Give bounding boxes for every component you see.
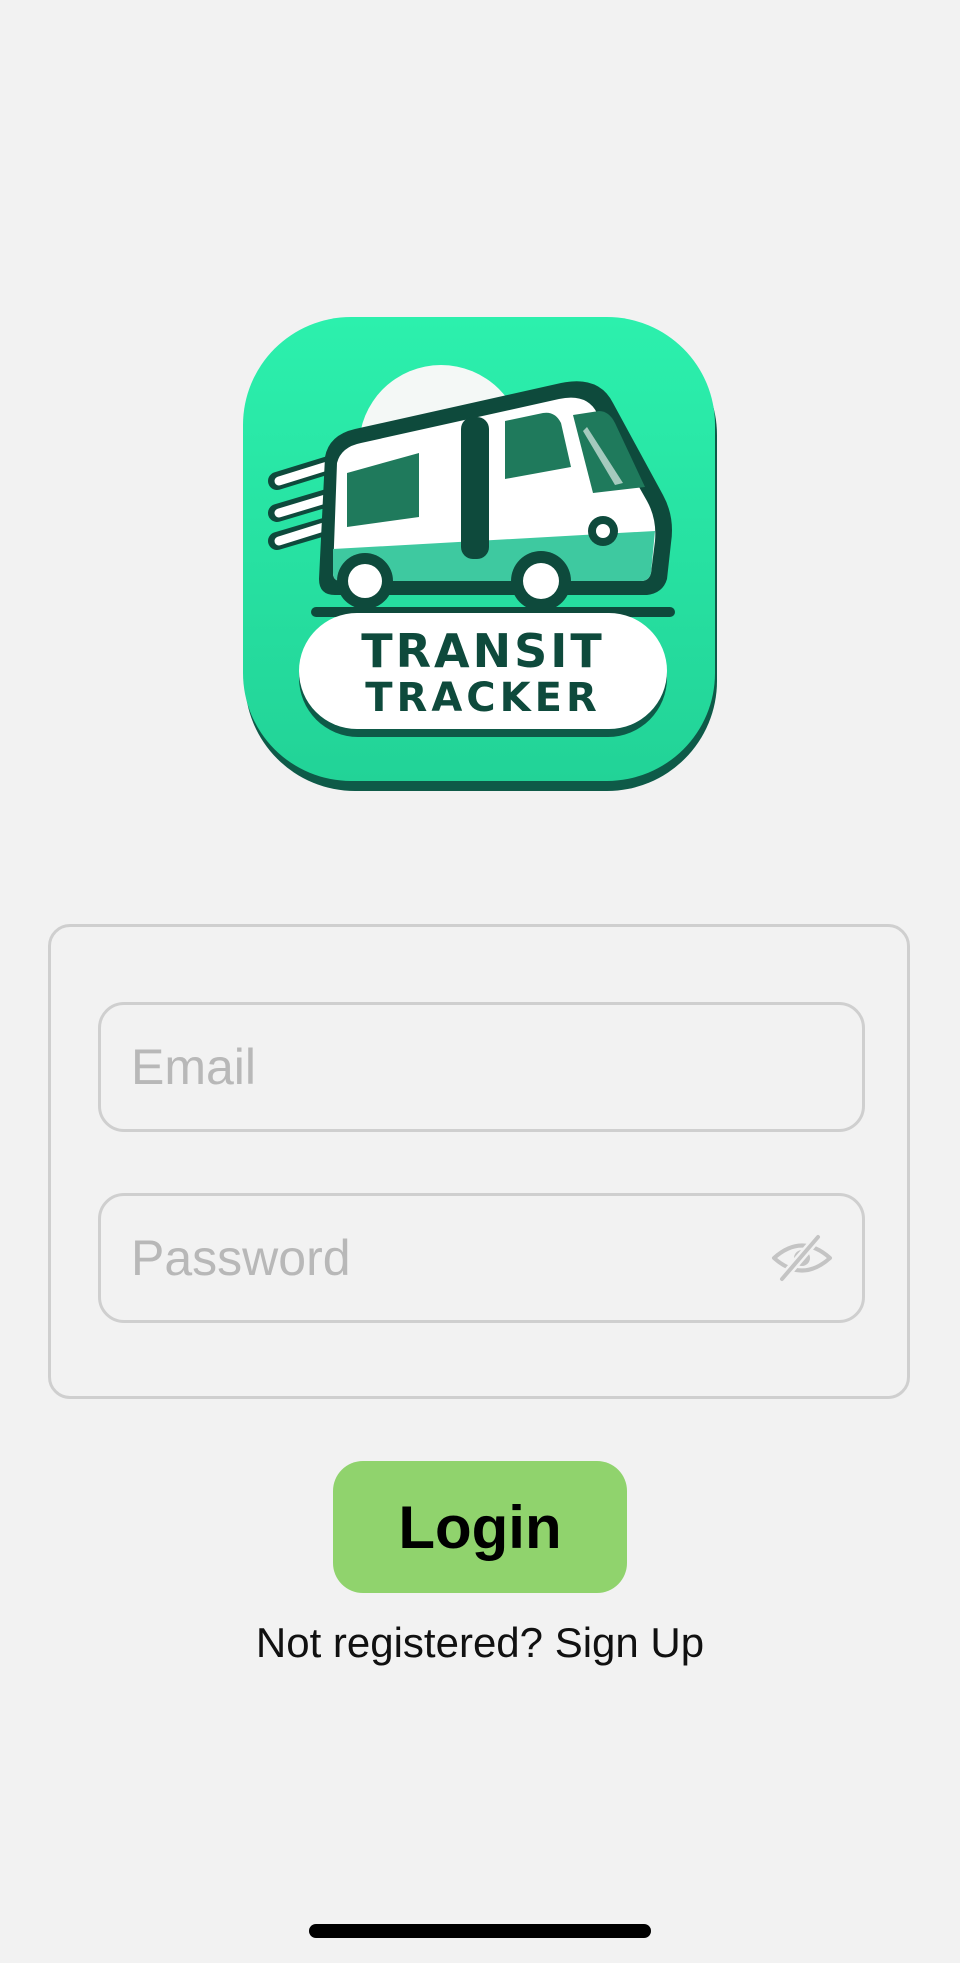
- signup-link[interactable]: Not registered? Sign Up: [0, 1619, 960, 1667]
- login-button[interactable]: Login: [333, 1461, 627, 1593]
- email-input[interactable]: [101, 1005, 862, 1129]
- home-indicator[interactable]: [309, 1924, 651, 1938]
- logo-text-transit: TRANSIT: [361, 624, 605, 678]
- password-field[interactable]: [98, 1193, 865, 1323]
- login-form-card: [48, 924, 910, 1399]
- eye-off-icon[interactable]: [770, 1233, 834, 1283]
- app-logo: TRANSIT TRACKER: [243, 317, 719, 793]
- email-field[interactable]: [98, 1002, 865, 1132]
- password-input[interactable]: [101, 1196, 862, 1320]
- logo-text-tracker: TRACKER: [365, 675, 601, 721]
- transit-tracker-logo: TRANSIT TRACKER: [243, 317, 717, 791]
